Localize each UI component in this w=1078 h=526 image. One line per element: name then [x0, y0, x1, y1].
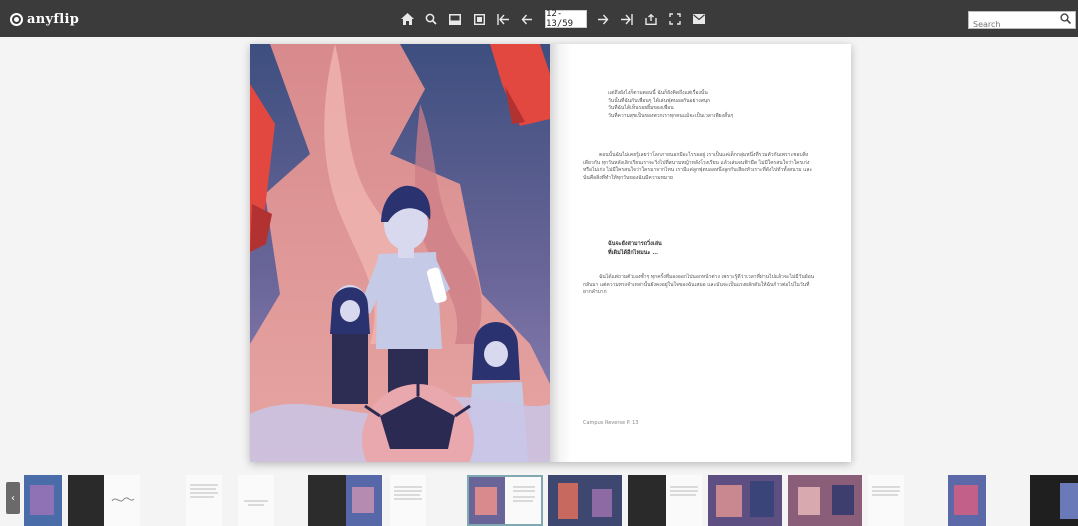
fullscreen-icon[interactable]	[663, 8, 687, 30]
last-page-icon[interactable]	[615, 8, 639, 30]
thumbnail-page[interactable]	[68, 475, 104, 526]
thumbnail-page[interactable]	[308, 475, 346, 526]
logo-text: anyflip	[27, 11, 80, 27]
thumbnail-page[interactable]	[104, 475, 140, 526]
thumbnail-page[interactable]	[788, 475, 862, 526]
search-input[interactable]	[969, 16, 1063, 33]
top-toolbar: anyflip 12-13/59	[0, 0, 1078, 37]
thumbnail-page[interactable]	[948, 475, 986, 526]
thumbnail-page[interactable]	[666, 475, 702, 526]
thumbnail-page[interactable]	[868, 475, 904, 526]
toolbar-controls: 12-13/59	[395, 8, 711, 30]
share-icon[interactable]	[639, 8, 663, 30]
search-box	[968, 11, 1076, 33]
logo-circle-icon	[10, 12, 23, 26]
thumbnail-page[interactable]	[1030, 475, 1078, 526]
page-illustration	[250, 44, 550, 462]
text-line: วันที่ฉันได้เห็นรอยยิ้มของเพื่อน	[608, 105, 674, 112]
heading-line: ฉันจะยังสามารถวิ่งเล่น	[608, 241, 662, 247]
flipbook-spread[interactable]: แต่ถึงยังไงก็ตามตอนนี้ ฉันก็ยังคิดถึงแต่…	[250, 44, 851, 462]
first-page-icon[interactable]	[491, 8, 515, 30]
search-icon[interactable]	[1060, 13, 1072, 27]
text-line: วันที่ความสุขเป็นของพวกเราทุกคนแม้จะเป็น…	[608, 112, 734, 119]
page-text: แต่ถึงยังไงก็ตามตอนนี้ ฉันก็ยังคิดถึงแต่…	[550, 44, 851, 462]
text-line: แต่ถึงยังไงก็ตามตอนนี้ ฉันก็ยังคิดถึงแต่…	[608, 90, 708, 96]
email-icon[interactable]	[687, 8, 711, 30]
thumbnail-page[interactable]	[238, 475, 274, 526]
text-block-intro: แต่ถึงยังไงก็ตามตอนนี้ ฉันก็ยังคิดถึงแต่…	[583, 90, 818, 120]
thumbnail-page[interactable]	[186, 475, 222, 526]
text-paragraph-1: ตอนนั้นฉันไม่เคยรู้เลยว่าโลกภายนอกมีอะไร…	[583, 152, 813, 181]
thumbnail-page[interactable]	[628, 475, 666, 526]
text-heading: ฉันจะยังสามารถวิ่งเล่น ที่เดิมได้อีกไหมน…	[583, 240, 843, 258]
page-footer: Campus Reverse P. 13	[583, 420, 639, 426]
thumbnail-page[interactable]	[24, 475, 62, 526]
zoom-icon[interactable]	[419, 8, 443, 30]
girl-left-figure	[330, 285, 370, 404]
heading-line: ที่เดิมได้อีกไหมนะ ...	[608, 250, 659, 256]
thumbnail-page[interactable]	[548, 475, 622, 526]
thumbnail-page[interactable]	[390, 475, 426, 526]
next-page-icon[interactable]	[591, 8, 615, 30]
thumbnail-prev-button[interactable]: ‹	[6, 482, 20, 514]
anyflip-logo[interactable]: anyflip	[10, 9, 79, 29]
text-paragraph-2: ฉันได้แต่ถามตัวเองซ้ำๆ ทุกครั้งที่มองออก…	[583, 274, 815, 296]
home-icon[interactable]	[395, 8, 419, 30]
thumbnail-page-current[interactable]	[467, 475, 543, 526]
thumbnails-icon[interactable]	[443, 8, 467, 30]
thumbnail-page[interactable]	[346, 475, 382, 526]
prev-page-icon[interactable]	[515, 8, 539, 30]
thumbnail-strip: ‹	[0, 471, 1078, 526]
single-page-icon[interactable]	[467, 8, 491, 30]
thumbnail-page[interactable]	[708, 475, 782, 526]
page-number-input[interactable]: 12-13/59	[545, 9, 587, 29]
